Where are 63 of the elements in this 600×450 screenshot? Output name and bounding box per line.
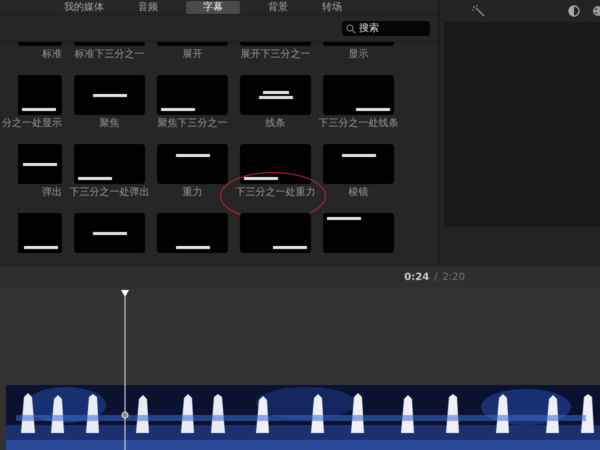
tab[interactable]: 转场 xyxy=(316,0,348,14)
title-preview-drawing xyxy=(78,177,112,180)
title-preview-drawing xyxy=(356,108,390,111)
title-preview-drawing xyxy=(244,177,278,180)
search-field[interactable]: 搜索 xyxy=(342,20,430,36)
title-thumbnail[interactable] xyxy=(157,213,228,253)
title-preview-drawing xyxy=(23,162,57,166)
title-preview-drawing xyxy=(92,94,126,96)
title-preview-drawing xyxy=(22,108,56,111)
title-label: 展开 xyxy=(182,49,202,61)
title-label: 弹出 xyxy=(42,187,62,199)
tab[interactable]: 字幕 xyxy=(186,0,240,14)
title-thumbnail[interactable] xyxy=(240,75,311,115)
title-preview-drawing xyxy=(92,232,126,234)
title-thumbnail[interactable] xyxy=(323,213,394,253)
title-label: 展开下三分之一 xyxy=(240,49,310,61)
title-thumbnail[interactable] xyxy=(323,42,394,46)
title-preview-drawing xyxy=(258,90,292,100)
title-thumbnail[interactable] xyxy=(74,144,145,184)
title-thumbnail[interactable] xyxy=(240,213,311,253)
title-preview-drawing xyxy=(327,217,361,220)
title-label: 线条 xyxy=(266,118,286,130)
tab[interactable]: 背景 xyxy=(262,0,294,14)
title-thumbnail[interactable] xyxy=(323,75,394,115)
title-label: 下三分之一处弹出 xyxy=(70,187,150,199)
title-thumbnail[interactable] xyxy=(157,75,228,115)
title-preview-drawing xyxy=(273,246,307,249)
title-label: 下三分之一处线条 xyxy=(318,118,398,130)
playhead[interactable] xyxy=(120,290,130,450)
title-preview-drawing xyxy=(161,108,195,111)
title-label: 重力 xyxy=(182,187,202,199)
title-thumbnail[interactable] xyxy=(157,144,228,184)
title-label: 下三分之一处重力 xyxy=(236,187,316,199)
title-thumbnail[interactable] xyxy=(18,213,62,253)
title-thumbnail[interactable] xyxy=(18,75,62,115)
title-label: 棱镜 xyxy=(348,187,368,199)
title-label: 标准下三分之一 xyxy=(74,49,144,61)
tab[interactable]: 音频 xyxy=(132,0,164,14)
title-preview-drawing xyxy=(176,246,210,249)
title-thumbnail[interactable] xyxy=(74,213,145,253)
magic-wand-icon[interactable] xyxy=(472,5,486,17)
title-thumbnail[interactable] xyxy=(323,144,394,184)
tab[interactable]: 我的媒体 xyxy=(58,0,110,14)
title-thumbnail[interactable] xyxy=(74,42,145,46)
title-label: 聚焦 xyxy=(100,118,120,130)
time-separator: / xyxy=(434,272,438,282)
title-thumbnail[interactable] xyxy=(18,144,62,184)
title-thumbnail[interactable] xyxy=(18,42,62,46)
title-label: 显示 xyxy=(348,49,368,61)
title-preview-drawing xyxy=(24,246,58,249)
title-thumbnail[interactable] xyxy=(157,42,228,46)
total-time: 2:20 xyxy=(442,272,465,282)
title-thumbnail[interactable] xyxy=(240,144,311,184)
palette-icon[interactable] xyxy=(592,5,600,17)
title-label: 分之一处显示 xyxy=(2,118,62,130)
title-thumbnail[interactable] xyxy=(74,75,145,115)
title-preview-drawing xyxy=(342,154,376,157)
current-time: 0:24 xyxy=(404,272,430,282)
title-label: 聚焦下三分之一 xyxy=(158,118,228,130)
title-preview-drawing xyxy=(176,154,210,157)
title-label: 标准 xyxy=(42,49,62,61)
half-circle-icon[interactable] xyxy=(568,5,580,17)
title-thumbnail[interactable] xyxy=(240,42,311,46)
